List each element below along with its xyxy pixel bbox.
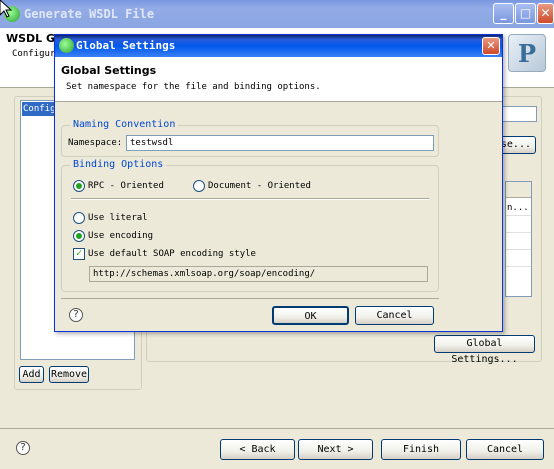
close-icon[interactable]: ✕ [537,3,554,24]
dialog-close-icon[interactable]: ✕ [482,37,500,55]
cursor-icon [0,0,13,21]
main-titlebar[interactable]: Generate WSDL File _ □ ✕ [0,0,554,28]
document-label[interactable]: Document - Oriented [208,181,311,191]
rpc-radio[interactable] [73,180,85,192]
finish-button[interactable]: Finish [381,439,461,460]
rpc-label[interactable]: RPC - Oriented [88,181,164,191]
dialog-app-icon [59,38,74,53]
encoding-radio[interactable] [73,230,85,242]
naming-convention-group: Naming Convention Namespace: testwsdl [61,119,439,157]
minimize-icon[interactable]: _ [493,3,514,24]
binding-options-group: Binding Options RPC - Oriented Document … [61,159,439,292]
dialog-header-desc: Set namespace for the file and binding o… [66,82,321,92]
footer-separator [0,428,554,429]
document-radio[interactable] [193,180,205,192]
add-button[interactable]: Add [19,366,44,383]
dialog-header: Global Settings Set namespace for the fi… [55,57,502,102]
cancel-button[interactable]: Cancel [466,439,544,460]
namespace-label: Namespace: [68,138,123,148]
remove-button[interactable]: Remove [49,366,89,383]
literal-radio[interactable] [73,212,85,224]
global-settings-button[interactable]: Global Settings... [434,335,535,365]
namespace-field-bg[interactable] [502,106,537,122]
global-settings-dialog: Global Settings ✕ Global Settings Set na… [54,34,503,332]
dialog-title: Global Settings [76,39,176,52]
main-window-title: Generate WSDL File [24,7,155,21]
ok-button[interactable]: OK [272,306,349,325]
data-table[interactable]: n... [505,181,532,297]
next-button[interactable]: Next > [298,439,373,460]
help-icon[interactable]: ? [16,441,30,455]
naming-convention-label: Naming Convention [70,119,179,130]
back-button[interactable]: < Back [220,439,295,460]
binding-options-label: Binding Options [70,159,167,170]
default-soap-checkbox[interactable]: ✓ [73,248,85,260]
dialog-cancel-button[interactable]: Cancel [355,306,434,325]
namespace-input[interactable]: testwsdl [126,135,434,151]
encoding-url-field: http://schemas.xmlsoap.org/soap/encoding… [89,266,428,282]
dialog-titlebar[interactable]: Global Settings ✕ [55,35,502,57]
literal-label[interactable]: Use literal [88,213,148,223]
dialog-help-icon[interactable]: ? [69,308,83,322]
dialog-header-title: Global Settings [61,64,157,77]
maximize-icon[interactable]: □ [515,3,536,24]
main-header-desc: Configur [12,49,56,59]
wizard-logo-icon: P [508,34,546,72]
default-soap-label[interactable]: Use default SOAP encoding style [88,249,256,259]
table-header [506,182,531,198]
list-item[interactable]: Config [22,102,56,116]
dialog-footer-separator [61,298,439,299]
encoding-label[interactable]: Use encoding [88,231,153,241]
binding-divider [71,198,429,200]
table-cell: n... [507,203,529,213]
